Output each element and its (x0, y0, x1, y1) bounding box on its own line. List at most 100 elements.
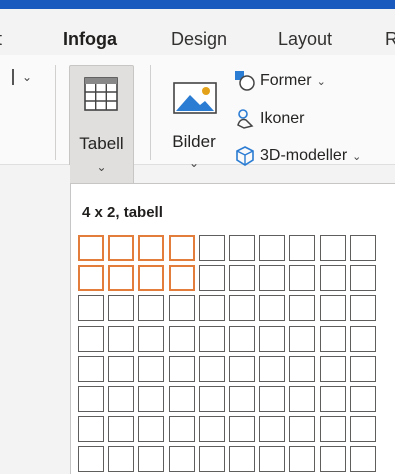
table-button[interactable]: Tabell ⌄ (69, 65, 134, 188)
table-grid-cell[interactable] (138, 325, 165, 352)
table-grid-cell[interactable] (259, 265, 286, 292)
table-grid-cell[interactable] (138, 295, 165, 322)
table-grid-cell[interactable] (319, 295, 346, 322)
table-grid-cell[interactable] (349, 386, 376, 412)
table-grid-cell[interactable] (198, 386, 225, 412)
table-grid-cell[interactable] (198, 355, 225, 382)
table-grid-cell[interactable] (259, 416, 286, 443)
tab-layout[interactable]: Layout (278, 28, 332, 50)
table-grid-cell[interactable] (168, 416, 195, 443)
tab-partial-right[interactable]: R (385, 28, 395, 50)
table-size-header: 4 x 2, tabell (82, 204, 163, 221)
table-grid-cell[interactable] (168, 235, 195, 261)
table-grid-cell[interactable] (78, 416, 104, 443)
table-grid-cell[interactable] (289, 355, 316, 382)
tab-design[interactable]: Design (171, 28, 227, 50)
table-grid-cell[interactable] (108, 386, 135, 412)
icons-button[interactable]: Ikoner (234, 106, 304, 132)
table-grid-cell[interactable] (319, 325, 346, 352)
pictures-button-label: Bilder (172, 132, 216, 151)
table-grid-cell[interactable] (138, 235, 165, 261)
table-grid-cell[interactable] (138, 446, 165, 473)
ribbon-tabs: t Infoga Design Layout R (0, 9, 395, 63)
ribbon-panel: ⌄ Tabell ⌄ Bilder ⌄ Former ⌄ Ikoner 3D-m… (0, 55, 395, 188)
table-grid-cell[interactable] (198, 446, 225, 473)
table-grid-cell[interactable] (78, 386, 104, 412)
table-grid-cell[interactable] (319, 265, 346, 292)
table-grid-cell[interactable] (229, 386, 255, 412)
table-grid-cell[interactable] (108, 355, 135, 382)
table-grid-cell[interactable] (289, 265, 316, 292)
table-grid-cell[interactable] (349, 265, 376, 292)
chevron-down-icon[interactable]: ⌄ (22, 70, 32, 84)
table-grid-cell[interactable] (78, 235, 104, 261)
table-grid-cell[interactable] (319, 446, 346, 473)
table-grid-cell[interactable] (229, 325, 255, 352)
table-grid-cell[interactable] (108, 446, 135, 473)
table-grid-cell[interactable] (168, 295, 195, 322)
table-grid-cell[interactable] (289, 386, 316, 412)
tab-partial-left[interactable]: t (0, 28, 2, 50)
table-grid-cell[interactable] (198, 235, 225, 261)
table-grid-cell[interactable] (319, 416, 346, 443)
table-grid-cell[interactable] (168, 325, 195, 352)
table-grid-cell[interactable] (108, 265, 135, 292)
table-grid-cell[interactable] (78, 355, 104, 382)
table-grid-cell[interactable] (138, 386, 165, 412)
table-grid-cell[interactable] (289, 416, 316, 443)
table-grid-cell[interactable] (319, 355, 346, 382)
table-grid-cell[interactable] (78, 265, 104, 292)
table-grid-cell[interactable] (259, 325, 286, 352)
table-grid-cell[interactable] (349, 295, 376, 322)
table-grid-cell[interactable] (168, 386, 195, 412)
shapes-icon (235, 71, 255, 91)
table-grid-cell[interactable] (108, 235, 135, 261)
table-grid-cell[interactable] (259, 355, 286, 382)
table-grid-cell[interactable] (259, 386, 286, 412)
table-grid-cell[interactable] (349, 416, 376, 443)
pictures-button[interactable]: Bilder ⌄ (168, 70, 220, 170)
table-grid-cell[interactable] (259, 235, 286, 261)
table-grid-cell[interactable] (289, 446, 316, 473)
table-grid-cell[interactable] (349, 355, 376, 382)
partial-control-icon (12, 69, 14, 85)
table-grid-cell[interactable] (168, 355, 195, 382)
table-grid-cell[interactable] (319, 235, 346, 261)
table-grid-cell[interactable] (349, 235, 376, 261)
document-area-edge (0, 165, 70, 474)
table-grid-cell[interactable] (229, 295, 255, 322)
table-grid-cell[interactable] (229, 355, 255, 382)
picture-icon (173, 82, 217, 114)
table-grid-cell[interactable] (108, 325, 135, 352)
table-grid-cell[interactable] (78, 446, 104, 473)
table-grid-cell[interactable] (319, 386, 346, 412)
table-grid-cell[interactable] (78, 325, 104, 352)
table-grid-cell[interactable] (229, 265, 255, 292)
table-grid-cell[interactable] (229, 235, 255, 261)
table-grid-cell[interactable] (108, 416, 135, 443)
table-grid-cell[interactable] (229, 446, 255, 473)
title-bar-strip (0, 0, 395, 9)
table-grid-cell[interactable] (198, 325, 225, 352)
table-grid-cell[interactable] (108, 295, 135, 322)
table-grid-cell[interactable] (168, 265, 195, 292)
table-grid-cell[interactable] (259, 446, 286, 473)
table-grid-cell[interactable] (349, 446, 376, 473)
3d-models-button[interactable]: 3D-modeller ⌄ (234, 143, 361, 169)
table-grid-cell[interactable] (78, 295, 104, 322)
shapes-button[interactable]: Former ⌄ (234, 68, 326, 94)
table-grid-cell[interactable] (168, 446, 195, 473)
table-grid-cell[interactable] (198, 295, 225, 322)
table-grid-cell[interactable] (138, 355, 165, 382)
table-grid-cell[interactable] (289, 325, 316, 352)
tab-infoga[interactable]: Infoga (63, 28, 117, 50)
table-grid-cell[interactable] (198, 416, 225, 443)
table-grid-cell[interactable] (289, 235, 316, 261)
table-grid-cell[interactable] (229, 416, 255, 443)
table-grid-cell[interactable] (138, 416, 165, 443)
table-grid-cell[interactable] (198, 265, 225, 292)
table-grid-cell[interactable] (138, 265, 165, 292)
table-grid-cell[interactable] (259, 295, 286, 322)
table-grid-cell[interactable] (349, 325, 376, 352)
table-grid-cell[interactable] (289, 295, 316, 322)
